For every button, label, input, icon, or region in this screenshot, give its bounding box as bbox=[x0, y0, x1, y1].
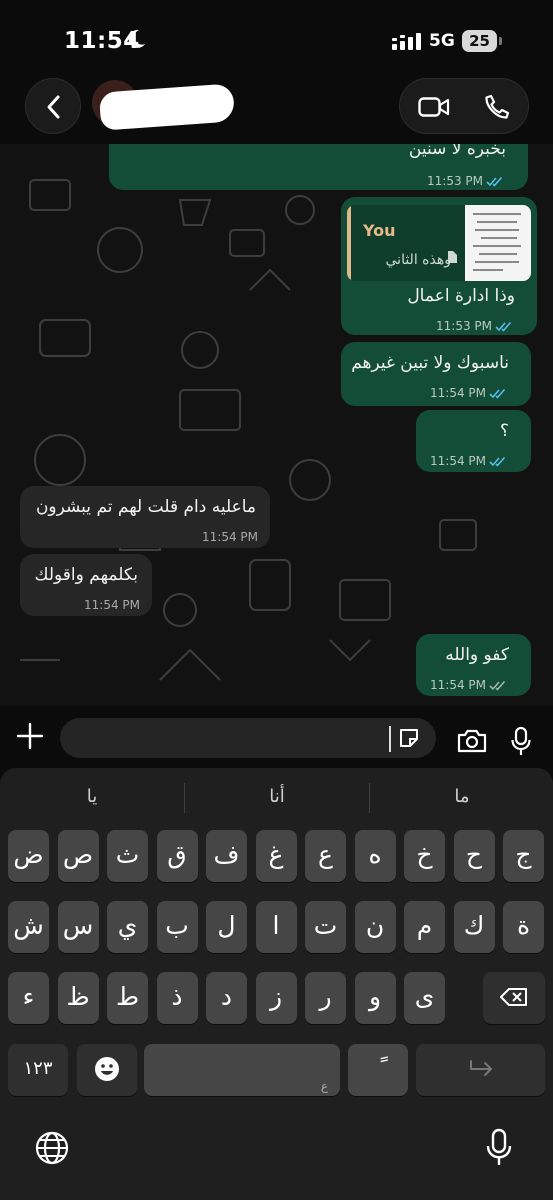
message-input[interactable] bbox=[60, 718, 436, 758]
suggestion-1[interactable]: يا bbox=[0, 786, 184, 807]
reply-preview[interactable]: You وهذه الثاني bbox=[347, 205, 531, 281]
key-row1-0[interactable]: ض bbox=[8, 830, 49, 882]
globe-icon[interactable] bbox=[34, 1130, 70, 1166]
microphone-icon[interactable] bbox=[511, 726, 531, 756]
video-call-icon[interactable] bbox=[418, 96, 450, 118]
return-key[interactable] bbox=[416, 1044, 545, 1096]
status-bar: 11:54 5G 25 bbox=[0, 0, 553, 80]
backspace-icon bbox=[500, 988, 527, 1006]
reply-caption: وهذه الثاني bbox=[385, 252, 452, 268]
key-row1-10[interactable]: ج bbox=[503, 830, 544, 882]
message-text: ماعليه دام قلت لهم تم يبشرون bbox=[35, 497, 256, 517]
key-row2-1[interactable]: س bbox=[57, 901, 99, 953]
chat-header bbox=[0, 74, 553, 144]
key-row2-3[interactable]: ب bbox=[156, 901, 198, 953]
message-time: 11:54 PM bbox=[202, 530, 258, 544]
chat-area[interactable]: بخبره لا سنين 11:53 PM You وهذه الثاني و… bbox=[0, 140, 553, 710]
read-receipt-icon bbox=[486, 176, 503, 187]
battery-level: 25 bbox=[462, 30, 497, 52]
return-icon bbox=[469, 1060, 492, 1076]
key-row3-5[interactable]: ز bbox=[255, 972, 297, 1024]
message-text: وذا ادارة اعمال bbox=[407, 286, 515, 306]
key-row3-3[interactable]: ذ bbox=[156, 972, 198, 1024]
message-text: ناسبوك ولا تبين غيرهم bbox=[351, 353, 509, 373]
key-row1-6[interactable]: ع bbox=[305, 830, 346, 882]
key-row2-7[interactable]: ن bbox=[354, 901, 396, 953]
reply-accent-bar bbox=[347, 205, 351, 281]
key-row3-6[interactable]: ر bbox=[305, 972, 346, 1024]
key-row2-2[interactable]: ي bbox=[107, 901, 148, 953]
message-bubble[interactable]: ؟ 11:54 PM bbox=[416, 410, 531, 472]
message-bubble[interactable]: بخبره لا سنين 11:53 PM bbox=[109, 140, 528, 190]
message-time: 11:53 PM bbox=[436, 315, 513, 337]
key-row2-8[interactable]: م bbox=[404, 901, 445, 953]
back-button[interactable] bbox=[25, 78, 81, 134]
key-row3-8[interactable]: ى bbox=[404, 972, 445, 1024]
key-row1-4[interactable]: ف bbox=[206, 830, 247, 882]
space-key-hint: ع bbox=[320, 1079, 328, 1093]
delivered-receipt-icon bbox=[489, 680, 506, 691]
signal-icon bbox=[392, 33, 421, 50]
message-bubble[interactable]: ناسبوك ولا تبين غيرهم 11:54 PM bbox=[341, 342, 531, 406]
key-row1-7[interactable]: ه bbox=[354, 830, 396, 882]
chevron-left-icon bbox=[47, 95, 60, 119]
key-row2-6[interactable]: ت bbox=[305, 901, 346, 953]
sticker-icon[interactable] bbox=[398, 727, 420, 749]
moon-icon bbox=[128, 29, 145, 48]
emoji-key[interactable] bbox=[77, 1044, 137, 1096]
microphone-icon[interactable] bbox=[486, 1128, 512, 1166]
message-bubble[interactable]: كفو والله 11:54 PM bbox=[416, 634, 531, 696]
suggestion-3[interactable]: ما bbox=[370, 786, 553, 807]
message-time: 11:54 PM bbox=[430, 382, 507, 404]
key-row3-1[interactable]: ظ bbox=[57, 972, 99, 1024]
message-time: 11:54 PM bbox=[84, 598, 140, 612]
key-row2-4[interactable]: ل bbox=[206, 901, 247, 953]
camera-icon[interactable] bbox=[457, 729, 487, 753]
network-type: 5G bbox=[429, 31, 455, 51]
key-row2-10[interactable]: ة bbox=[503, 901, 544, 953]
message-bubble-incoming[interactable]: بكلمهم واقولك 11:54 PM bbox=[20, 554, 152, 616]
message-bubble-incoming[interactable]: ماعليه دام قلت لهم تم يبشرون 11:54 PM bbox=[20, 486, 270, 548]
contact-name[interactable] bbox=[98, 83, 236, 131]
key-row1-2[interactable]: ث bbox=[107, 830, 148, 882]
key-row3-7[interactable]: و bbox=[354, 972, 396, 1024]
message-text: بكلمهم واقولك bbox=[34, 565, 138, 585]
call-actions bbox=[399, 78, 529, 134]
emoji-icon bbox=[95, 1057, 119, 1081]
reply-author: You bbox=[363, 221, 396, 240]
message-time: 11:54 PM bbox=[430, 450, 507, 472]
document-thumbnail bbox=[465, 205, 531, 281]
battery-tip bbox=[499, 37, 502, 45]
backspace-key[interactable] bbox=[483, 972, 545, 1024]
key-row2-0[interactable]: ش bbox=[8, 901, 49, 953]
message-text: ؟ bbox=[499, 421, 509, 441]
read-receipt-icon bbox=[489, 388, 506, 399]
message-time: 11:54 PM bbox=[430, 674, 507, 696]
key-row3-4[interactable]: د bbox=[206, 972, 247, 1024]
message-time: 11:53 PM bbox=[427, 170, 504, 192]
space-key[interactable]: ع bbox=[144, 1044, 340, 1096]
read-receipt-icon bbox=[495, 321, 512, 332]
key-row1-8[interactable]: خ bbox=[404, 830, 445, 882]
phone-call-icon[interactable] bbox=[484, 94, 510, 120]
suggestion-2[interactable]: أنا bbox=[185, 786, 369, 807]
key-row1-3[interactable]: ق bbox=[156, 830, 198, 882]
message-bubble-with-reply[interactable]: You وهذه الثاني وذا ادارة اعمال 11:53 PM bbox=[341, 197, 537, 335]
numbers-key[interactable]: ١٢٣ bbox=[8, 1044, 68, 1096]
tanween-key[interactable]: ً bbox=[348, 1044, 408, 1096]
key-row2-9[interactable]: ك bbox=[453, 901, 495, 953]
message-input-bar bbox=[0, 706, 553, 768]
key-row3-2[interactable]: ط bbox=[107, 972, 148, 1024]
plus-icon[interactable] bbox=[16, 722, 44, 750]
key-row1-1[interactable]: ص bbox=[57, 830, 99, 882]
message-text: كفو والله bbox=[445, 645, 509, 665]
battery-indicator: 25 bbox=[462, 30, 502, 52]
read-receipt-icon bbox=[489, 456, 506, 467]
key-row2-5[interactable]: ا bbox=[255, 901, 297, 953]
text-cursor bbox=[389, 726, 391, 752]
key-row1-9[interactable]: ح bbox=[453, 830, 495, 882]
key-row1-5[interactable]: غ bbox=[255, 830, 297, 882]
keyboard: يا أنا ما ضصثقفغعهخحجشسيبلاتنمكةءظطذدزرو… bbox=[0, 768, 553, 1200]
key-row3-0[interactable]: ء bbox=[8, 972, 49, 1024]
